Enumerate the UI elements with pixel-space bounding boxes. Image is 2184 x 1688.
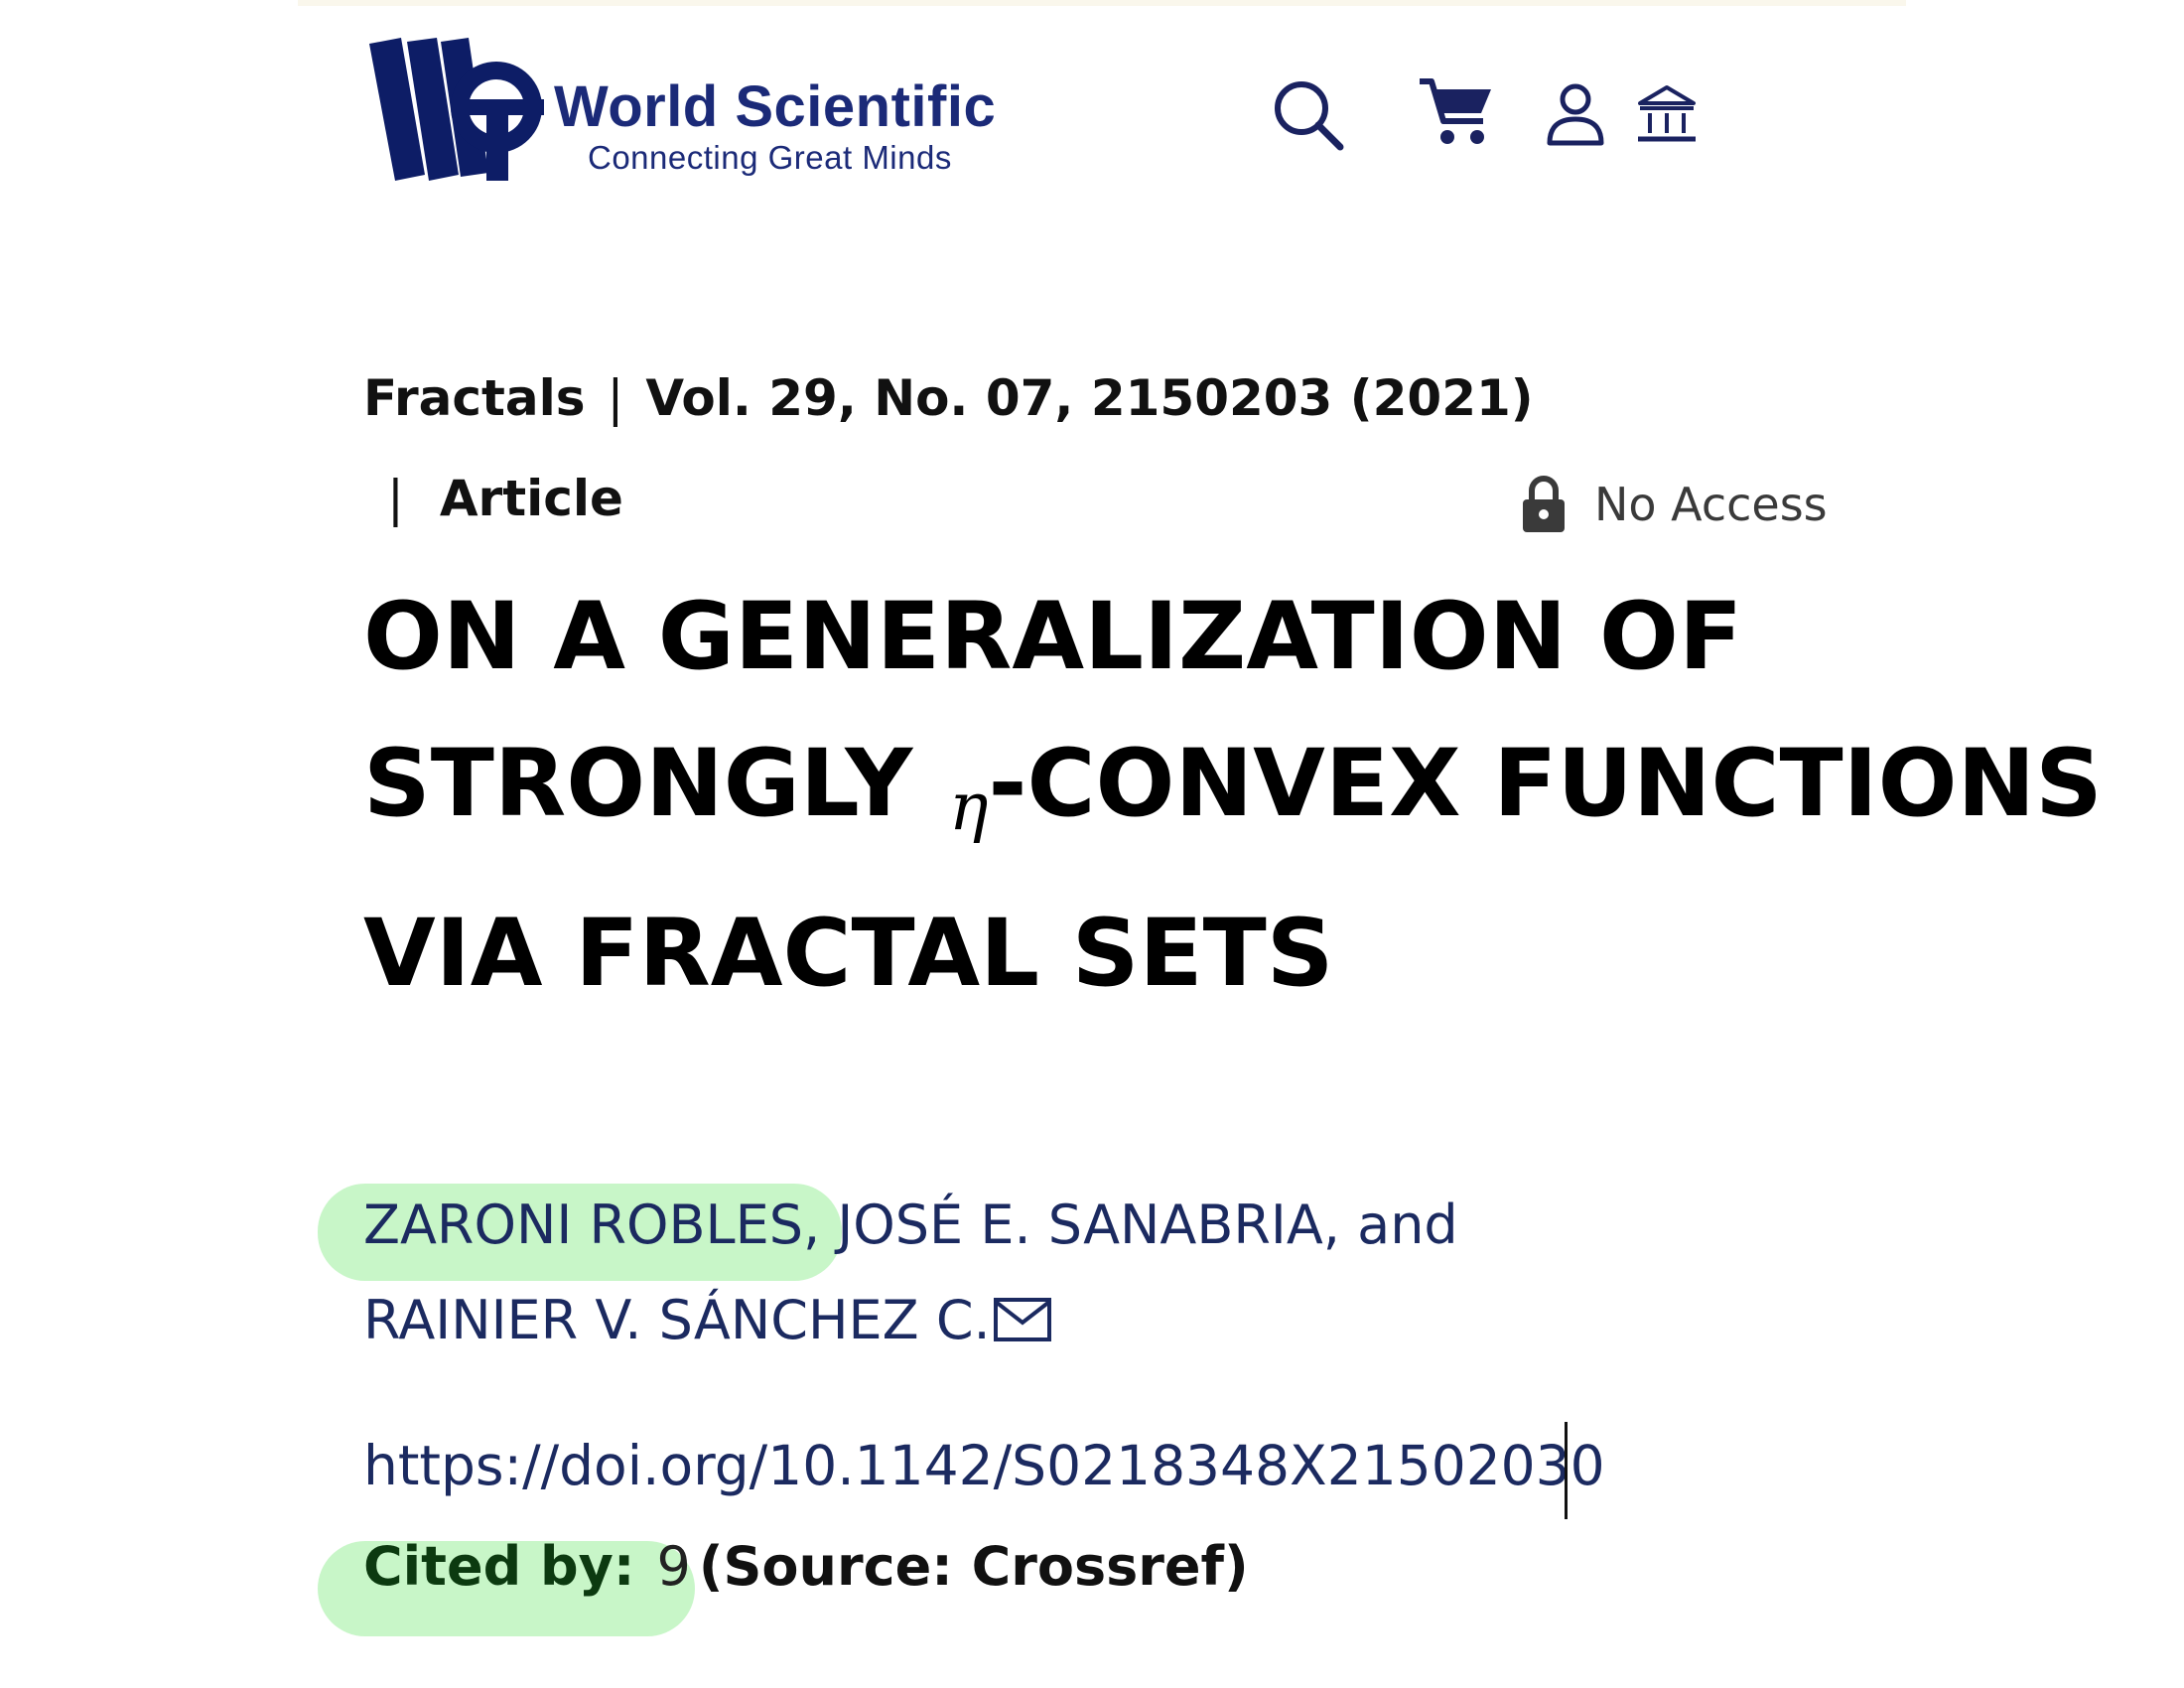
cited-by-count[interactable]: 9 xyxy=(656,1535,690,1598)
article-type-line: | Article xyxy=(387,470,623,527)
lock-icon xyxy=(1523,476,1565,532)
cited-by-line: Cited by: 9 (Source: Crossref) xyxy=(363,1535,1249,1598)
email-icon[interactable] xyxy=(993,1297,1052,1342)
article-title: ON A GENERALIZATION OF STRONGLY η-CONVEX… xyxy=(363,564,2150,1028)
search-icon[interactable] xyxy=(1271,77,1346,153)
title-eta-symbol: η xyxy=(949,769,989,845)
cart-icon[interactable] xyxy=(1418,75,1495,151)
logo-name: World Scientific xyxy=(554,74,997,139)
separator: | xyxy=(387,470,404,527)
author-link[interactable]: JOSÉ E. SANABRIA xyxy=(837,1194,1322,1256)
user-icon[interactable] xyxy=(1545,81,1606,147)
journal-issue[interactable]: Vol. 29, No. 07, 2150203 (2021) xyxy=(645,369,1533,427)
cited-by-label: Cited by: xyxy=(363,1535,635,1598)
journal-citation-line: Fractals | Vol. 29, No. 07, 2150203 (2021) xyxy=(363,369,1534,427)
doi-link[interactable]: https://doi.org/10.1142/S0218348X2150203… xyxy=(363,1434,1605,1497)
author-link[interactable]: ZARONI ROBLES xyxy=(363,1194,803,1256)
logo-tagline: Connecting Great Minds xyxy=(588,139,952,176)
world-scientific-logo[interactable]: World Scientific Connecting Great Minds xyxy=(367,36,1042,185)
top-border xyxy=(298,0,1906,6)
ws-logo-mark-icon xyxy=(369,38,544,181)
institution-icon[interactable] xyxy=(1636,83,1698,145)
author-list: ZARONI ROBLES, JOSÉ E. SANABRIA, and RAI… xyxy=(363,1178,2051,1368)
cited-by-source: (Source: Crossref) xyxy=(698,1535,1249,1598)
journal-name[interactable]: Fractals xyxy=(363,369,586,427)
author-and: , and xyxy=(1322,1194,1458,1256)
author-separator: , xyxy=(803,1194,838,1256)
separator: | xyxy=(607,369,624,427)
access-status: No Access xyxy=(1521,473,1828,536)
access-label: No Access xyxy=(1594,478,1828,531)
text-cursor xyxy=(1565,1422,1568,1519)
article-type: Article xyxy=(439,470,623,527)
author-link[interactable]: RAINIER V. SÁNCHEZ C. xyxy=(363,1289,991,1351)
